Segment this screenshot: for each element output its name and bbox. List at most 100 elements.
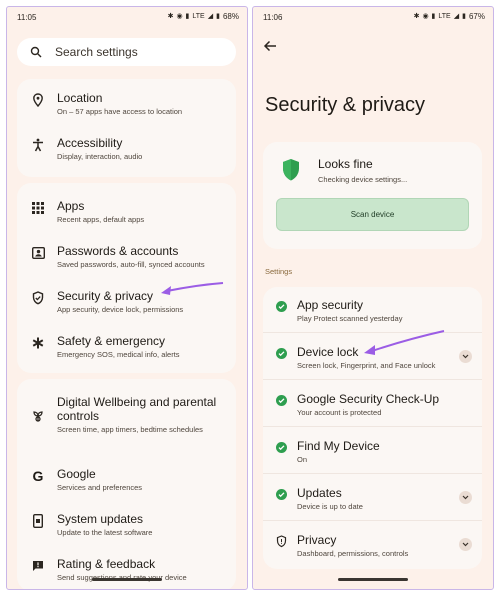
eye-icon: ◉	[176, 13, 183, 20]
item-subtitle: On	[297, 455, 308, 464]
battery-icon: ▮	[462, 13, 466, 20]
status-time: 11:05	[17, 13, 37, 22]
signal-icon: ◢	[453, 13, 460, 20]
item-subtitle: On – 57 apps have access to location	[57, 107, 183, 116]
location-pin-icon	[31, 93, 45, 107]
network-type: LTE	[438, 13, 451, 20]
security-status-card: Looks fine Checking device settings... S…	[263, 142, 482, 249]
vibrate-icon: ▮	[185, 13, 190, 20]
item-subtitle: Services and preferences	[57, 483, 143, 492]
status-bar: 11:05 ✱ ◉ ▮ LTE ◢ ▮ 68%	[7, 7, 247, 27]
settings-item-device-lock[interactable]: Device lock Screen lock, Fingerprint, an…	[263, 334, 482, 380]
settings-item-system-updates[interactable]: System updates Update to the latest soft…	[17, 508, 236, 548]
wellbeing-icon	[31, 408, 45, 422]
accessibility-icon	[31, 138, 45, 152]
item-subtitle: Update to the latest software	[57, 528, 153, 537]
settings-item-digital-wellbeing[interactable]: Digital Wellbeing and parental controls …	[17, 391, 236, 451]
signal-icon: ◢	[207, 13, 214, 20]
item-subtitle: Your account is protected	[297, 408, 382, 417]
settings-item-security-privacy[interactable]: Security & privacy App security, device …	[17, 285, 236, 325]
settings-item-apps[interactable]: Apps Recent apps, default apps	[17, 195, 236, 235]
item-title: Device lock	[297, 345, 359, 359]
status-icons: ✱ ◉ ▮ LTE ◢ ▮ 67%	[414, 13, 485, 21]
back-arrow-icon[interactable]	[263, 39, 277, 53]
scan-device-button[interactable]: Scan device	[276, 198, 469, 231]
settings-item-find-my-device[interactable]: Find My Device On	[263, 428, 482, 474]
status-time: 11:06	[263, 13, 283, 22]
item-subtitle: Device is up to date	[297, 502, 363, 511]
bluetooth-icon: ✱	[413, 13, 420, 20]
item-title: Google Security Check-Up	[297, 392, 440, 406]
search-input[interactable]: Search settings	[55, 45, 138, 59]
status-bar: 11:06 ✱ ◉ ▮ LTE ◢ ▮ 67%	[253, 7, 493, 27]
item-title: Apps	[57, 199, 85, 213]
feedback-icon	[31, 559, 45, 573]
check-circle-icon	[276, 395, 287, 406]
settings-item-passwords-accounts[interactable]: Passwords & accounts Saved passwords, au…	[17, 240, 236, 280]
battery-percent: 67%	[468, 12, 485, 21]
status-title: Looks fine	[318, 157, 373, 171]
navigation-handle[interactable]	[338, 578, 408, 581]
search-icon	[30, 46, 42, 58]
check-circle-icon	[276, 442, 287, 453]
check-circle-icon	[276, 301, 287, 312]
item-title: Location	[57, 91, 103, 105]
item-title: Privacy	[297, 533, 337, 547]
shield-icon	[31, 291, 45, 305]
item-title: Find My Device	[297, 439, 380, 453]
settings-item-google[interactable]: G Google Services and preferences	[17, 463, 236, 503]
item-subtitle: Saved passwords, auto-fill, synced accou…	[57, 260, 205, 269]
item-title: System updates	[57, 512, 144, 526]
item-title: Digital Wellbeing and parental controls	[57, 395, 217, 423]
right-phone-screen: 11:06 ✱ ◉ ▮ LTE ◢ ▮ 67% Security & priva…	[252, 6, 494, 590]
check-circle-icon	[276, 348, 287, 359]
item-title: Updates	[297, 486, 342, 500]
system-update-icon	[31, 514, 45, 528]
item-title: Rating & feedback	[57, 557, 156, 571]
left-phone-screen: 11:05 ✱ ◉ ▮ LTE ◢ ▮ 68% Search settings …	[6, 6, 248, 590]
settings-item-location[interactable]: Location On – 57 apps have access to loc…	[17, 87, 236, 127]
check-circle-icon	[276, 489, 287, 500]
shield-check-icon	[283, 159, 299, 181]
item-title: Security & privacy	[57, 289, 154, 303]
chevron-down-icon[interactable]	[459, 538, 472, 551]
apps-grid-icon	[31, 201, 45, 215]
status-subtitle: Checking device settings...	[318, 175, 408, 184]
privacy-shield-icon	[276, 535, 287, 548]
settings-group-1: Location On – 57 apps have access to loc…	[17, 79, 236, 177]
chevron-down-icon[interactable]	[459, 350, 472, 363]
settings-item-google-security-checkup[interactable]: Google Security Check-Up Your account is…	[263, 381, 482, 427]
item-title: Passwords & accounts	[57, 244, 179, 258]
item-subtitle: App security, device lock, permissions	[57, 305, 184, 314]
navigation-handle[interactable]	[92, 578, 162, 581]
settings-item-updates[interactable]: Updates Device is up to date	[263, 475, 482, 521]
eye-icon: ◉	[422, 13, 429, 20]
status-icons: ✱ ◉ ▮ LTE ◢ ▮ 68%	[168, 13, 239, 21]
chevron-down-icon[interactable]	[459, 491, 472, 504]
item-subtitle: Display, interaction, audio	[57, 152, 143, 161]
item-title: Google	[57, 467, 96, 481]
settings-group-3: Digital Wellbeing and parental controls …	[17, 379, 236, 589]
settings-item-safety-emergency[interactable]: Safety & emergency Emergency SOS, medica…	[17, 330, 236, 370]
item-subtitle: Dashboard, permissions, controls	[297, 549, 409, 558]
search-bar[interactable]: Search settings	[17, 38, 236, 66]
settings-item-rating-feedback[interactable]: Rating & feedback Send suggestions and r…	[17, 553, 236, 589]
item-subtitle: Recent apps, default apps	[57, 215, 145, 224]
page-title: Security & privacy	[265, 94, 426, 116]
passwords-accounts-icon	[31, 246, 45, 260]
item-subtitle: Play Protect scanned yesterday	[297, 314, 403, 323]
settings-item-accessibility[interactable]: Accessibility Display, interaction, audi…	[17, 132, 236, 172]
google-icon: G	[32, 468, 44, 484]
item-title: Accessibility	[57, 136, 123, 150]
vibrate-icon: ▮	[431, 13, 436, 20]
settings-group-2: Apps Recent apps, default apps Passwords…	[17, 183, 236, 373]
item-title: Safety & emergency	[57, 334, 166, 348]
asterisk-icon	[31, 336, 45, 350]
network-type: LTE	[192, 13, 205, 20]
item-title: App security	[297, 298, 364, 312]
bluetooth-icon: ✱	[167, 13, 174, 20]
item-subtitle: Screen lock, Fingerprint, and Face unloc…	[297, 361, 436, 370]
item-subtitle: Screen time, app timers, bedtime schedul…	[57, 425, 203, 434]
settings-item-privacy[interactable]: Privacy Dashboard, permissions, controls	[263, 522, 482, 567]
settings-item-app-security[interactable]: App security Play Protect scanned yester…	[263, 287, 482, 333]
